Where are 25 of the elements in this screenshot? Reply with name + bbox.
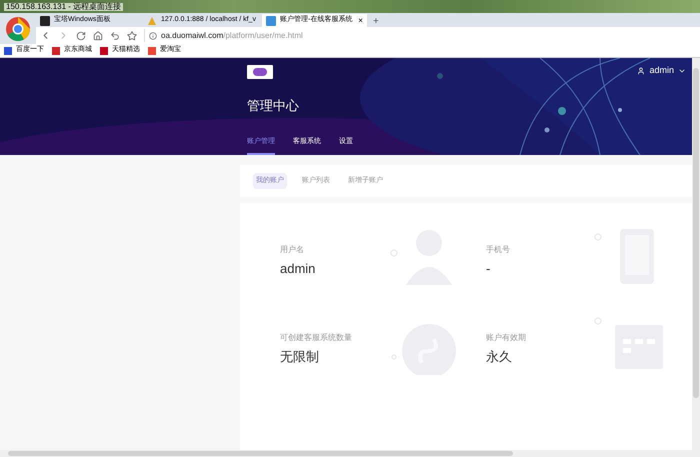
browser-logo-icon: [5, 16, 31, 42]
field-value: admin: [280, 260, 316, 278]
undo-icon[interactable]: [110, 30, 120, 40]
field-label: 手机号: [486, 244, 510, 256]
field-label: 用户名: [280, 244, 305, 256]
page-icon: [266, 16, 276, 26]
user-menu[interactable]: admin: [637, 64, 686, 78]
field-value: 永久: [486, 348, 513, 366]
page-title: 管理中心: [247, 97, 299, 115]
tab-close-icon[interactable]: ×: [358, 16, 363, 24]
info-icon: [149, 32, 157, 40]
panel-icon: [40, 16, 50, 26]
field-value: -: [486, 260, 492, 278]
window-title: 150.158.163.131 - 远程桌面连接: [4, 2, 124, 10]
home-icon[interactable]: [93, 30, 103, 40]
bookmark-star-icon[interactable]: [127, 30, 137, 40]
site-logo: [247, 65, 273, 79]
user-icon: [637, 66, 646, 75]
field-label: 可创建客服系统数量: [280, 332, 352, 344]
field-label: 账户有效期: [486, 332, 526, 344]
field-value: 无限制: [280, 348, 320, 366]
horizontal-scrollbar[interactable]: [0, 450, 692, 457]
new-tab-button[interactable]: +: [368, 17, 383, 27]
reload-icon[interactable]: [76, 30, 86, 40]
vertical-scrollbar[interactable]: [692, 58, 700, 457]
